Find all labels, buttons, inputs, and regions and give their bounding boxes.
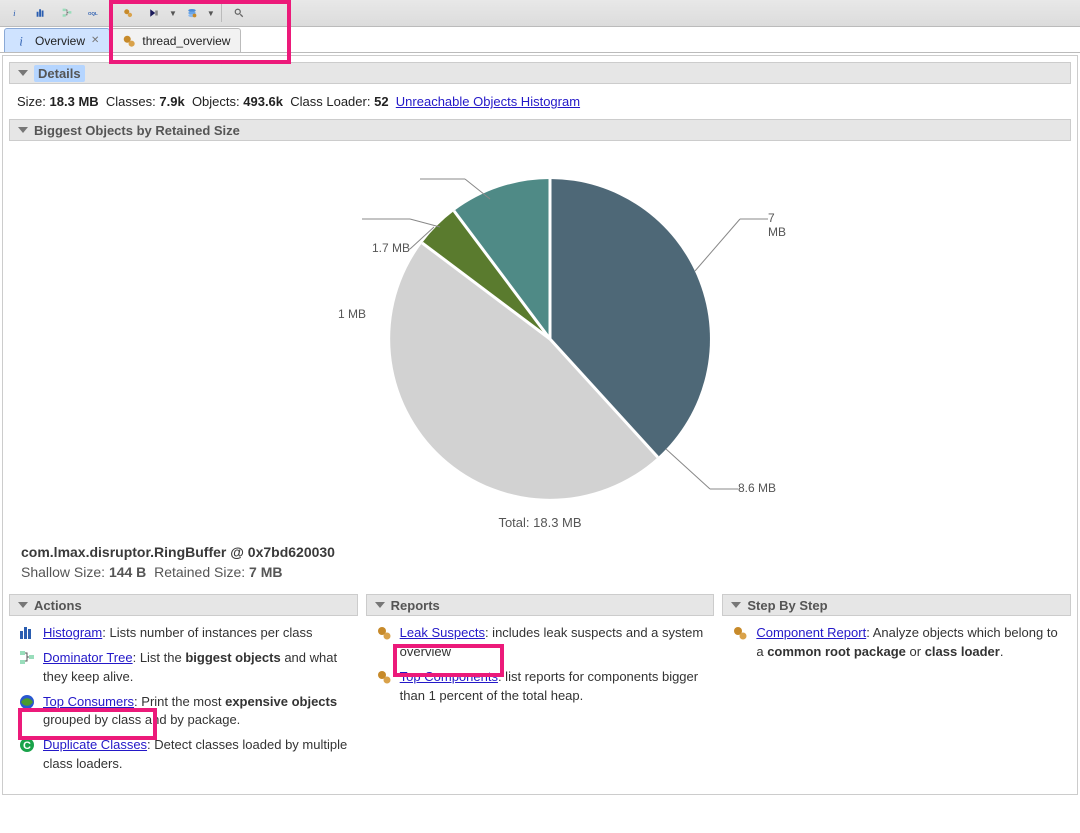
chevron-down-icon	[18, 127, 28, 133]
action-top-consumers: Top Consumers: Print the most expensive …	[19, 693, 348, 731]
dropdown-arrow-icon[interactable]: ▼	[207, 9, 215, 18]
svg-text:i: i	[19, 34, 23, 48]
section-title: Biggest Objects by Retained Size	[34, 123, 240, 138]
leak-suspects-link[interactable]: Leak Suspects	[400, 625, 485, 640]
info-icon[interactable]: i	[4, 2, 26, 24]
biggest-objects-header[interactable]: Biggest Objects by Retained Size	[9, 119, 1071, 141]
step-desc: .	[1000, 644, 1004, 659]
gears-icon	[732, 625, 748, 641]
report-leak-suspects: Leak Suspects: includes leak suspects an…	[376, 624, 705, 662]
pie-leader-overlay	[290, 149, 790, 509]
step-component-report: Component Report: Analyze objects which …	[732, 624, 1061, 662]
loader-label: Class Loader:	[290, 94, 370, 109]
top-consumers-link[interactable]: Top Consumers	[43, 694, 134, 709]
selected-object: com.lmax.disruptor.RingBuffer @ 0x7bd620…	[9, 540, 1071, 584]
pie-total: Total: 18.3 MB	[498, 515, 581, 530]
histogram-icon	[19, 625, 35, 641]
duplicate-icon: C	[19, 737, 35, 753]
section-title: Reports	[391, 598, 440, 613]
stack-icon[interactable]	[181, 2, 203, 24]
action-desc: : Lists number of instances per class	[102, 625, 312, 640]
close-icon[interactable]: ✕	[91, 35, 99, 46]
duplicate-classes-link[interactable]: Duplicate Classes	[43, 737, 147, 752]
action-desc: : List the	[133, 650, 186, 665]
actions-column: Actions Histogram: Lists number of insta…	[9, 594, 358, 788]
actions-header[interactable]: Actions	[9, 594, 358, 616]
report-top-components: Top Components: list reports for compone…	[376, 668, 705, 706]
run-icon[interactable]	[143, 2, 165, 24]
tab-thread-overview[interactable]: thread_overview	[111, 28, 241, 52]
tab-overview[interactable]: i Overview ✕	[4, 28, 110, 52]
gears-icon	[376, 669, 392, 685]
loader-value: 52	[374, 94, 388, 109]
section-title: Actions	[34, 598, 82, 613]
object-ref-text: com.lmax.disruptor.RingBuffer @ 0x7bd620…	[21, 544, 1059, 560]
details-summary: Size: 18.3 MB Classes: 7.9k Objects: 493…	[9, 84, 1071, 119]
gears-icon[interactable]	[117, 2, 139, 24]
gears-icon	[122, 34, 136, 48]
action-bold: biggest objects	[185, 650, 280, 665]
pie-chart: 7 MB 8.6 MB 1 MB 1.7 MB .pie-area .pie-l…	[9, 149, 1071, 530]
component-report-link[interactable]: Component Report	[756, 625, 866, 640]
unreachable-histogram-link[interactable]: Unreachable Objects Histogram	[396, 94, 580, 109]
step-by-step-column: Step By Step Component Report: Analyze o…	[722, 594, 1071, 788]
tab-label: thread_overview	[142, 34, 230, 48]
gears-icon	[376, 625, 392, 641]
svg-text:OQL: OQL	[88, 11, 98, 16]
reports-column: Reports Leak Suspects: includes leak sus…	[366, 594, 715, 788]
main-panel: Details Size: 18.3 MB Classes: 7.9k Obje…	[2, 55, 1078, 795]
toolbar-separator	[221, 4, 222, 22]
step-by-step-header[interactable]: Step By Step	[722, 594, 1071, 616]
svg-text:i: i	[13, 8, 16, 18]
tab-bar: i Overview ✕ thread_overview	[0, 27, 1080, 53]
objects-value: 493.6k	[243, 94, 283, 109]
globe-icon	[19, 694, 35, 710]
action-histogram: Histogram: Lists number of instances per…	[19, 624, 348, 643]
classes-label: Classes:	[106, 94, 156, 109]
dropdown-arrow-icon[interactable]: ▼	[169, 9, 177, 18]
action-bold: expensive objects	[225, 694, 337, 709]
size-value: 18.3 MB	[50, 94, 99, 109]
size-label: Size:	[17, 94, 46, 109]
step-bold: class loader	[925, 644, 1000, 659]
tab-label: Overview	[35, 34, 85, 48]
action-desc: grouped by class and by package.	[43, 712, 240, 727]
shallow-label: Shallow Size:	[21, 564, 105, 580]
chevron-down-icon	[18, 602, 28, 608]
action-duplicate-classes: C Duplicate Classes: Detect classes load…	[19, 736, 348, 774]
toolbar-separator	[110, 4, 111, 22]
classes-value: 7.9k	[159, 94, 184, 109]
action-desc: : Print the most	[134, 694, 225, 709]
action-dominator-tree: Dominator Tree: List the biggest objects…	[19, 649, 348, 687]
section-title: Step By Step	[747, 598, 827, 613]
retained-value: 7 MB	[249, 564, 282, 580]
details-header[interactable]: Details	[9, 62, 1071, 84]
chevron-down-icon	[18, 70, 28, 76]
section-title: Details	[34, 65, 85, 82]
tree-icon[interactable]	[56, 2, 78, 24]
top-components-link[interactable]: Top Components	[400, 669, 498, 684]
svg-text:C: C	[23, 740, 31, 752]
bottom-columns: Actions Histogram: Lists number of insta…	[9, 594, 1071, 788]
histogram-icon[interactable]	[30, 2, 52, 24]
info-icon: i	[15, 34, 29, 48]
step-bold: common root package	[767, 644, 906, 659]
chevron-down-icon	[375, 602, 385, 608]
oql-icon[interactable]: OQL	[82, 2, 104, 24]
toolbar: i OQL ▼ ▼	[0, 0, 1080, 27]
shallow-value: 144 B	[109, 564, 146, 580]
histogram-link[interactable]: Histogram	[43, 625, 102, 640]
reports-header[interactable]: Reports	[366, 594, 715, 616]
chevron-down-icon	[731, 602, 741, 608]
search-icon[interactable]	[228, 2, 250, 24]
tree-icon	[19, 650, 35, 666]
retained-label: Retained Size:	[154, 564, 245, 580]
step-desc: or	[906, 644, 925, 659]
dominator-tree-link[interactable]: Dominator Tree	[43, 650, 133, 665]
objects-label: Objects:	[192, 94, 240, 109]
